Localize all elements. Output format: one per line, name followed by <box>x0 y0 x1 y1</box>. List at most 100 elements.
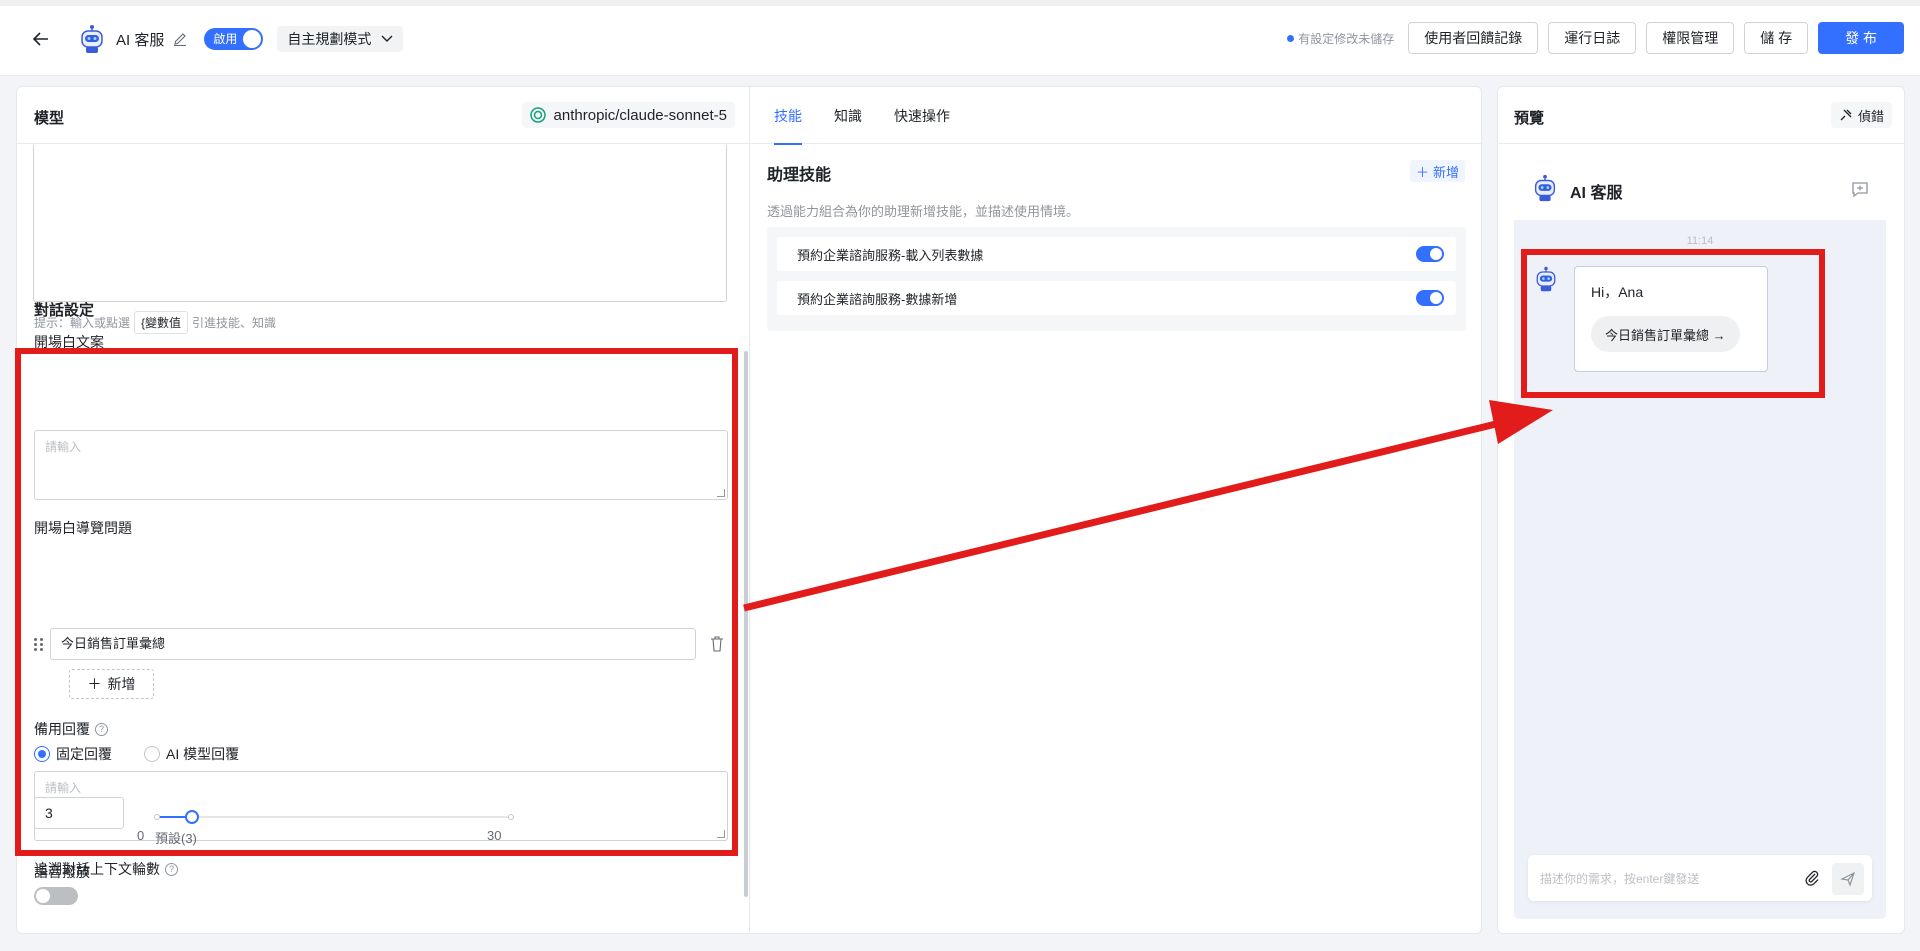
app-name: AI 客服 <box>116 31 165 49</box>
preview-panel-header: 預覽 偵錯 <box>1498 87 1904 144</box>
debug-icon <box>1840 109 1852 121</box>
slider-max-dot <box>508 814 514 820</box>
radio-ai-reply[interactable] <box>144 746 160 762</box>
skill-item[interactable]: 預約企業諮詢服務-載入列表數據 <box>777 237 1456 271</box>
plus-icon: ＋ <box>1415 164 1429 180</box>
run-log-button[interactable]: 運行日誌 <box>1548 22 1637 54</box>
toggle-knob <box>36 889 50 903</box>
resize-grip[interactable] <box>717 489 725 497</box>
opening-text-placeholder: 請輸入 <box>45 440 82 454</box>
opening-question-input[interactable]: 今日銷售訂單彙總 <box>50 628 696 660</box>
add-question-button[interactable]: ＋ 新增 <box>69 669 154 699</box>
robot-avatar-icon <box>81 25 103 53</box>
opening-text-label: 開場白文案 <box>34 334 104 350</box>
permissions-button[interactable]: 權限管理 <box>1646 22 1735 54</box>
skill-toggle[interactable] <box>1416 246 1444 262</box>
drag-handle-icon[interactable] <box>34 635 44 653</box>
radio-fixed-label: 固定回覆 <box>56 746 112 762</box>
model-selector[interactable]: anthropic/claude-sonnet-5 <box>521 102 735 128</box>
skills-title: 助理技能 <box>767 167 832 184</box>
slider-min-label: 0 <box>137 828 145 843</box>
hint-suffix: 引進技能、知識 <box>192 316 277 330</box>
model-logo-icon <box>529 107 546 123</box>
context-rounds-input[interactable]: 3 <box>34 797 124 829</box>
help-icon[interactable]: ? <box>95 722 108 736</box>
fallback-radio-group: 固定回覆 AI 模型回覆 <box>34 744 239 764</box>
chevron-down-icon <box>381 35 393 42</box>
tab-quick-actions[interactable]: 快速操作 <box>894 87 950 144</box>
toggle-knob <box>1430 248 1442 260</box>
conversation-settings-title: 對話設定 <box>34 302 95 319</box>
greeting-text: Hi，Ana <box>1591 284 1644 300</box>
tab-bar: 技能 知識 快速操作 <box>774 87 950 145</box>
robot-avatar-icon <box>1534 174 1556 202</box>
add-skill-label: 新增 <box>1432 164 1459 180</box>
voice-playback-label: 語音撥放 <box>34 864 90 880</box>
fallback-reply-label-row: 備用回覆 ? <box>34 719 108 739</box>
skill-name: 預約企業諮詢服務-數據新增 <box>797 291 958 307</box>
voice-playback-toggle[interactable] <box>34 887 78 905</box>
enable-toggle[interactable]: 啟用 <box>204 28 264 50</box>
skill-item[interactable]: 預約企業諮詢服務-數據新增 <box>777 281 1456 315</box>
add-question-label: 新增 <box>107 676 136 692</box>
skills-description: 透過能力組合為你的助理新增技能，並描述使用情境。 <box>767 204 1080 219</box>
preview-panel: 預覽 偵錯 AI 客服 11:14 Hi，Ana 今日銷售訂單彙總 → 描述你的… <box>1497 86 1905 934</box>
tab-skills[interactable]: 技能 <box>774 87 802 145</box>
skills-panel-header: 技能 知識 快速操作 <box>750 87 1481 145</box>
suggested-question-chip[interactable]: 今日銷售訂單彙總 → <box>1591 316 1740 352</box>
model-panel-title: 模型 <box>34 110 65 127</box>
preview-title: 預覽 <box>1514 110 1545 127</box>
trash-icon[interactable] <box>710 636 724 652</box>
debug-label: 偵錯 <box>1857 108 1884 124</box>
fallback-reply-label: 備用回覆 <box>34 721 90 737</box>
opening-text-input[interactable]: 請輸入 <box>34 430 728 500</box>
mode-select[interactable]: 自主規劃模式 <box>277 26 404 52</box>
chat-header: AI 客服 <box>1514 159 1886 221</box>
unsaved-hint: 有設定修改未儲存 <box>1287 30 1394 47</box>
slider-min-dot <box>154 814 160 820</box>
add-skill-button[interactable]: ＋ 新增 <box>1409 160 1465 182</box>
unsaved-hint-text: 有設定修改未儲存 <box>1298 31 1395 46</box>
model-name: anthropic/claude-sonnet-5 <box>553 106 727 124</box>
publish-button[interactable]: 發 布 <box>1818 22 1904 54</box>
context-rounds-slider[interactable] <box>154 810 514 824</box>
new-chat-icon[interactable] <box>1850 179 1870 199</box>
chat-preview: AI 客服 11:14 Hi，Ana 今日銷售訂單彙總 → 描述你的需求，按en… <box>1514 159 1886 919</box>
slider-max-label: 30 <box>487 828 502 843</box>
scrollbar[interactable] <box>744 351 748 897</box>
message-time: 11:14 <box>1686 235 1714 247</box>
save-button[interactable]: 儲 存 <box>1744 22 1809 54</box>
skill-name: 預約企業諮詢服務-載入列表數據 <box>797 247 984 263</box>
opening-questions-label: 開場白導覽問題 <box>34 520 132 536</box>
chat-input[interactable]: 描述你的需求，按enter鍵發送 <box>1528 855 1872 901</box>
enable-toggle-label: 啟用 <box>213 32 238 46</box>
robot-avatar-icon <box>1536 266 1556 292</box>
tab-knowledge[interactable]: 知識 <box>834 87 862 144</box>
feedback-log-button[interactable]: 使用者回饋記錄 <box>1408 22 1539 54</box>
help-icon[interactable]: ? <box>165 862 178 876</box>
send-icon <box>1840 871 1856 887</box>
fallback-placeholder: 請輸入 <box>45 781 82 795</box>
skill-toggle[interactable] <box>1416 290 1444 306</box>
toggle-knob <box>243 30 262 48</box>
model-settings-panel: 模型 anthropic/claude-sonnet-5 提示：輸入或點選 {變… <box>16 86 750 934</box>
chat-title: AI 客服 <box>1570 185 1623 202</box>
system-prompt-textarea[interactable] <box>33 145 727 302</box>
opening-question-row: 今日銷售訂單彙總 <box>34 628 724 660</box>
skills-panel: 技能 知識 快速操作 助理技能 ＋ 新增 透過能力組合為你的助理新增技能，並描述… <box>749 86 1482 934</box>
resize-grip[interactable] <box>717 830 725 838</box>
send-button[interactable] <box>1832 863 1864 895</box>
paperclip-icon[interactable] <box>1804 869 1820 887</box>
debug-button[interactable]: 偵錯 <box>1830 102 1892 128</box>
welcome-message-card: Hi，Ana 今日銷售訂單彙總 → <box>1574 266 1768 372</box>
back-arrow-icon[interactable] <box>30 28 52 50</box>
top-bar: AI 客服 啟用 自主規劃模式 有設定修改未儲存 使用者回饋記錄 運行日誌 權限… <box>0 0 1920 76</box>
radio-ai-label: AI 模型回覆 <box>166 746 240 762</box>
radio-fixed-reply[interactable] <box>34 746 50 762</box>
chat-input-placeholder: 描述你的需求，按enter鍵發送 <box>1540 872 1700 886</box>
unsaved-dot <box>1287 34 1295 42</box>
edit-pencil-icon[interactable] <box>172 31 188 47</box>
toggle-knob <box>1430 292 1442 304</box>
variable-chip[interactable]: {變數值 <box>134 311 189 334</box>
plus-icon: ＋ <box>87 676 102 692</box>
